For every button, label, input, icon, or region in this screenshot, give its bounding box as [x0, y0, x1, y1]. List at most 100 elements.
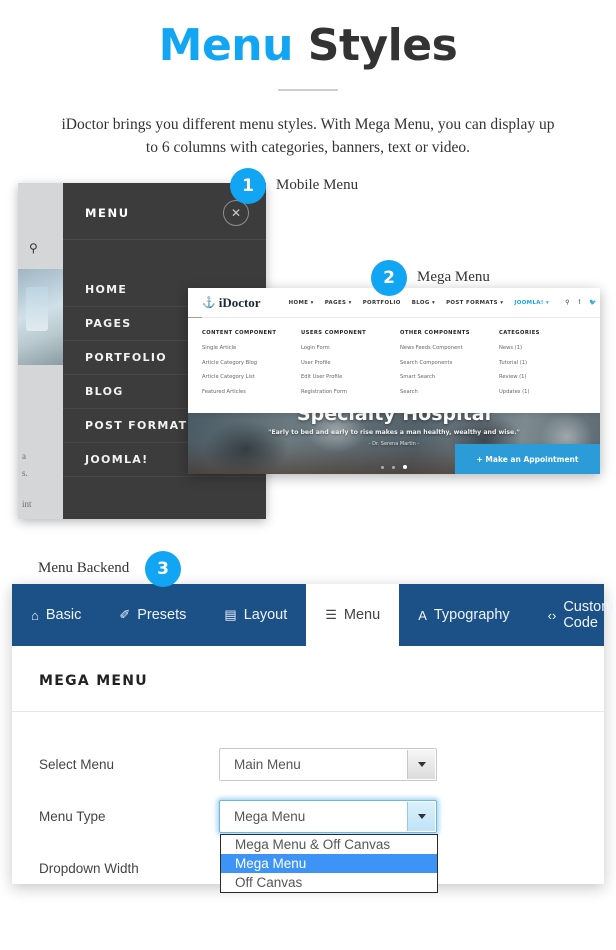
column-item[interactable]: Article Category List	[202, 374, 301, 380]
column-item[interactable]: Featured Articles	[202, 389, 301, 395]
column-item[interactable]: Smart Search	[400, 374, 499, 380]
tab-menu[interactable]: ☰ Menu	[306, 584, 400, 646]
chevron-down-icon[interactable]	[407, 801, 435, 831]
callout-label-mega-menu: Mega Menu	[417, 269, 490, 285]
twitter-icon[interactable]: 🐦	[589, 299, 596, 306]
callout-badge-3: 3	[145, 551, 181, 587]
option-mega-menu[interactable]: Mega Menu	[221, 853, 437, 873]
home-icon: ⌂	[31, 607, 39, 623]
side-text-1: a	[22, 451, 26, 461]
search-icon[interactable]: ⚲	[29, 241, 38, 255]
typography-icon: A	[418, 607, 427, 623]
backend-tab-bar: ⌂ Basic ✐ Presets ▤ Layout ☰ Menu A Typo…	[12, 584, 613, 646]
tab-label: Typography	[433, 607, 510, 623]
callout-badge-1: 1	[230, 168, 266, 204]
option-mega-menu-off-canvas[interactable]: Mega Menu & Off Canvas	[221, 835, 437, 854]
tab-custom-code[interactable]: ‹› Custom Code	[529, 584, 616, 646]
nav-item-portfolio[interactable]: PORTFOLIO	[363, 300, 401, 306]
nav-item-joomla[interactable]: JOOMLA! ▾	[514, 300, 549, 306]
page-title: Menu Styles	[0, 20, 616, 73]
hero-banner: Specialty Hospital "Early to bed and ear…	[188, 412, 600, 474]
page-header: Menu Styles iDoctor brings you different…	[0, 0, 616, 159]
column-item[interactable]: Login Form	[301, 345, 400, 351]
make-appointment-button[interactable]: + Make an Appointment	[455, 444, 600, 474]
nav-item-pages[interactable]: PAGES ▾	[325, 300, 352, 306]
field-label: Dropdown Width	[39, 860, 139, 876]
dropdown-column-categories: CATEGORIES News (1) Tutorial (1) Review …	[499, 330, 598, 413]
column-item[interactable]: Search	[400, 389, 499, 395]
menu-type-option-list[interactable]: Mega Menu & Off Canvas Mega Menu Off Can…	[220, 833, 438, 893]
page-title-accent: Menu	[158, 20, 294, 71]
column-item[interactable]: Edit User Profile	[301, 374, 400, 380]
callout-label-menu-backend: Menu Backend	[38, 560, 130, 576]
column-heading: USERS COMPONENT	[301, 330, 367, 336]
carousel-dot[interactable]	[380, 466, 384, 469]
column-item[interactable]: User Profile	[301, 360, 400, 366]
side-text-3: int	[22, 499, 32, 509]
brand-logo[interactable]: ⚓ iDoctor	[202, 295, 261, 311]
select-menu-dropdown[interactable]: Main Menu	[219, 747, 437, 781]
tab-basic[interactable]: ⌂ Basic	[12, 584, 100, 646]
select-menu-value: Main Menu	[234, 756, 301, 772]
dropdown-column-other: OTHER COMPONENTS News Feeds Component Se…	[400, 330, 499, 413]
mega-menu-dropdown: CONTENT COMPONENT Single Article Article…	[188, 318, 600, 413]
callout-label-mobile-menu: Mobile Menu	[276, 177, 359, 193]
column-heading: OTHER COMPONENTS	[400, 330, 470, 336]
list-icon: ☰	[325, 607, 337, 622]
mobile-menu-side-strip: ⚲ a s. int	[18, 183, 63, 519]
carousel-dot[interactable]	[392, 466, 395, 469]
backend-panel: ⌂ Basic ✐ Presets ▤ Layout ☰ Menu A Typo…	[12, 584, 613, 893]
dropdown-column-users: USERS COMPONENT Login Form User Profile …	[301, 330, 400, 413]
column-heading: CONTENT COMPONENT	[202, 330, 277, 336]
tab-label: Basic	[45, 607, 82, 623]
carousel-dot-active[interactable]	[403, 465, 408, 469]
column-item[interactable]: News Feeds Component	[400, 345, 499, 351]
side-text-2: s.	[22, 468, 28, 478]
column-item[interactable]: News (1)	[499, 345, 598, 351]
option-off-canvas[interactable]: Off Canvas	[221, 873, 437, 892]
tab-label: Presets	[137, 607, 187, 623]
menu-type-value: Mega Menu	[234, 808, 306, 824]
code-icon: ‹›	[547, 607, 557, 623]
layout-icon: ▤	[224, 607, 237, 622]
nav-item-blog[interactable]: BLOG ▾	[412, 300, 435, 306]
mega-menu-icon-group: ⚲ f 🐦 G+	[565, 299, 600, 307]
tab-typography[interactable]: A Typography	[399, 584, 528, 646]
page-subtitle: iDoctor brings you different menu styles…	[61, 115, 555, 157]
menu-type-dropdown[interactable]: Mega Menu Mega Menu & Off Canvas Mega Me…	[219, 799, 438, 893]
mega-menu-screenshot: ⚓ iDoctor HOME ▾ PAGES ▾ PORTFOLIO BLOG …	[188, 288, 600, 474]
tab-label: Menu	[343, 607, 381, 623]
dropdown-column-content: CONTENT COMPONENT Single Article Article…	[202, 330, 301, 413]
title-divider	[278, 88, 338, 91]
section-title: MEGA MENU	[39, 673, 148, 689]
tab-layout[interactable]: ▤ Layout	[205, 584, 306, 646]
column-item[interactable]: Review (1)	[499, 374, 598, 380]
brand-name: iDoctor	[218, 294, 261, 310]
field-row-select-menu: Select Menu Main Menu	[12, 738, 604, 790]
page-root: Menu Styles iDoctor brings you different…	[0, 0, 616, 950]
search-icon[interactable]: ⚲	[565, 299, 569, 306]
facebook-icon[interactable]: f	[579, 300, 581, 306]
column-item[interactable]: Updates (1)	[499, 389, 598, 395]
nav-item-post-formats[interactable]: POST FORMATS ▾	[446, 300, 503, 306]
tab-label: Layout	[243, 607, 288, 623]
hero-quote: "Early to bed and early to rise makes a …	[268, 429, 520, 436]
tab-label: Custom Code	[563, 599, 614, 631]
column-item[interactable]: Registration Form	[301, 389, 400, 395]
chevron-down-icon[interactable]	[407, 749, 435, 779]
brush-icon: ✐	[119, 607, 131, 622]
field-label: Select Menu	[39, 756, 115, 772]
tab-presets[interactable]: ✐ Presets	[100, 584, 205, 646]
column-item[interactable]: Article Category Blog	[202, 360, 301, 366]
side-thumbnail-image	[18, 269, 63, 365]
callout-badge-2: 2	[371, 260, 407, 296]
nav-item-home[interactable]: HOME ▾	[289, 300, 314, 306]
field-row-menu-type: Menu Type Mega Menu Mega Menu & Off Canv…	[12, 790, 604, 893]
divider	[63, 239, 266, 240]
column-item[interactable]: Search Components	[400, 360, 499, 366]
column-heading: CATEGORIES	[499, 330, 540, 336]
column-item[interactable]: Tutorial (1)	[499, 360, 598, 366]
hero-title: Specialty Hospital	[296, 412, 492, 425]
column-item[interactable]: Single Article	[202, 345, 301, 351]
page-title-rest: Styles	[307, 20, 458, 71]
